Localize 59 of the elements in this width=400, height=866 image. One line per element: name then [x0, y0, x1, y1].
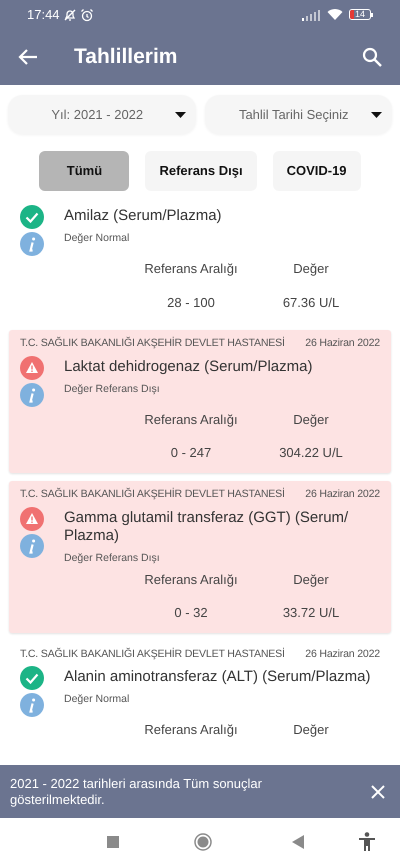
column-header: Değer	[292, 570, 330, 589]
result-date: 26 Haziran 2022	[305, 486, 380, 502]
test-name: Amilaz (Serum/Plazma)	[64, 207, 223, 225]
battery-level: 14	[354, 10, 366, 19]
snackbar-message: 2021 - 2022 tarihleri arasında Tüm sonuçlar gösterilmektedir.	[10, 776, 263, 808]
check-icon	[20, 205, 44, 229]
home-nav-icon[interactable]	[194, 833, 212, 851]
result-date: 26 Haziran 2022	[305, 646, 380, 662]
alarm-icon	[80, 8, 94, 22]
column-header: Referans Aralığı	[143, 260, 239, 278]
result-status: Değer Referans Dışı	[64, 550, 161, 566]
dropdown[interactable]: Yıl: 2021 - 2022	[8, 95, 196, 134]
hospital-name: T.C. SAĞLIK BAKANLIĞI AKŞEHİR DEVLET HASTANESİ	[20, 646, 285, 662]
reference-range: 0 - 247	[170, 444, 212, 462]
test-name: Gamma glutamil transferaz (GGT) (Serum/ Plazma)	[64, 508, 350, 545]
back-nav-icon[interactable]	[292, 835, 304, 849]
accessibility-icon[interactable]	[358, 832, 376, 852]
muted-bell-icon	[62, 8, 77, 22]
warning-icon	[20, 356, 44, 380]
filter-tab[interactable]: Referans Dışı	[145, 151, 257, 191]
info-icon[interactable]	[20, 382, 44, 407]
reference-range: 28 - 100	[166, 294, 216, 312]
test-name: Laktat dehidrogenaz (Serum/Plazma)	[64, 358, 314, 376]
column-header: Değer	[292, 410, 330, 429]
column-header: Referans Aralığı	[143, 570, 239, 589]
close-icon[interactable]	[370, 784, 386, 800]
signal-icon	[301, 8, 321, 20]
caret-icon	[174, 112, 186, 118]
result-value: 67.36 U/L	[282, 294, 340, 312]
result-card[interactable]: T.C. SAĞLIK BAKANLIĞI AKŞEHİR DEVLET HASTANESİ 26 Haziran 2022 Laktat dehidrogenaz (Serum/Plazma) Değer Referans Dışı Referans Aralığı Değer 0 - 247 304.22 U/L	[9, 330, 391, 473]
filter-tab[interactable]: COVID-19	[272, 151, 361, 191]
check-icon	[20, 666, 44, 690]
info-icon[interactable]	[20, 534, 44, 558]
status-time: 17:44	[27, 6, 60, 24]
info-icon[interactable]	[20, 693, 44, 718]
result-date: 26 Haziran 2022	[305, 336, 380, 351]
filter-tab[interactable]: Tümü	[39, 151, 130, 191]
screen-title: Tahlillerim	[74, 44, 178, 70]
hospital-name: T.C. SAĞLIK BAKANLIĞI AKŞEHİR DEVLET HASTANESİ	[20, 336, 285, 351]
column-header: Referans Aralığı	[143, 721, 239, 740]
warning-icon	[20, 506, 44, 531]
wifi-icon	[327, 8, 343, 21]
dropdown[interactable]: Tahlil Tarihi Seçiniz	[204, 95, 392, 134]
back-arrow-icon[interactable]	[18, 48, 38, 66]
info-icon[interactable]	[20, 232, 44, 256]
result-value: 304.22 U/L	[278, 444, 344, 462]
result-status: Değer Referans Dışı	[64, 382, 161, 397]
result-status: Değer Normal	[64, 692, 130, 708]
caret-icon	[371, 112, 382, 118]
search-icon[interactable]	[362, 47, 382, 67]
column-header: Değer	[292, 260, 330, 278]
hospital-name: T.C. SAĞLIK BAKANLIĞI AKŞEHİR DEVLET HASTANESİ	[20, 486, 285, 502]
column-header: Referans Aralığı	[143, 410, 239, 429]
result-status: Değer Normal	[64, 231, 130, 246]
test-name: Alanin aminotransferaz (ALT) (Serum/Plazma)	[64, 668, 372, 686]
result-value: 33.72 U/L	[282, 604, 340, 622]
result-card[interactable]: T.C. SAĞLIK BAKANLIĞI AKŞEHİR DEVLET HASTANESİ 26 Haziran 2022 Gamma glutamil transferaz (GGT) (Serum/ Plazma) Değer Referans Dışı Referans Aralığı Değer 0 - 32 33.72 U/L	[9, 480, 391, 633]
reference-range: 0 - 32	[173, 604, 209, 622]
column-header: Değer	[292, 721, 330, 740]
